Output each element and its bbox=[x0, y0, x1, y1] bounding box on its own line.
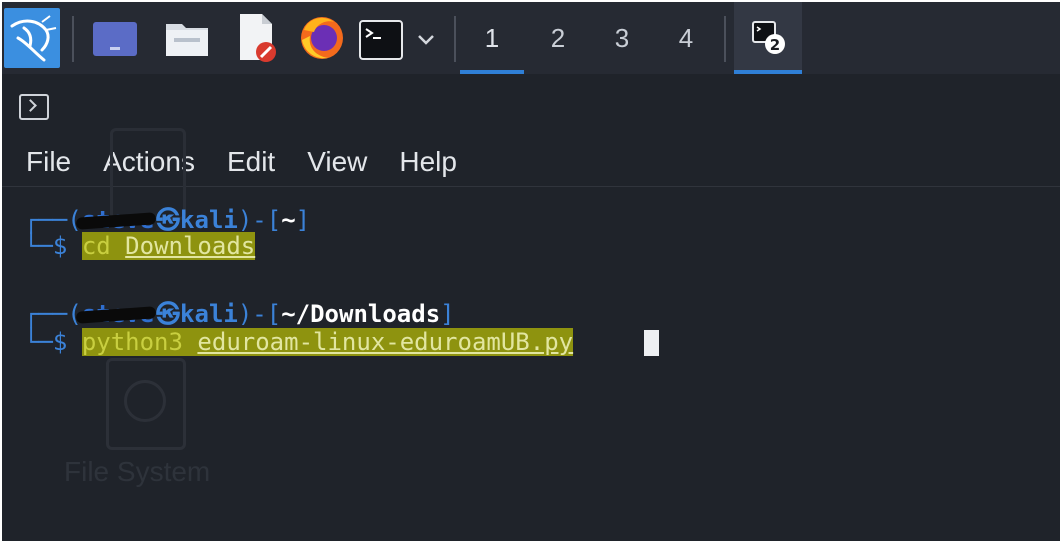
menubar: File Actions Edit View Help bbox=[26, 140, 489, 184]
taskbar-separator bbox=[724, 16, 726, 62]
prompt-path: ~/Downloads bbox=[281, 300, 441, 328]
terminal-icon bbox=[359, 20, 403, 60]
command-name: cd bbox=[81, 232, 111, 260]
menu-file[interactable]: File bbox=[26, 140, 71, 184]
kali-menu-button[interactable] bbox=[4, 8, 60, 68]
show-desktop-button[interactable] bbox=[92, 21, 138, 57]
workspace-4-button[interactable]: 4 bbox=[654, 2, 718, 74]
chevron-down-icon bbox=[418, 35, 434, 45]
prompt-at: ㉿ bbox=[156, 300, 181, 328]
prompt-symbol: $ bbox=[52, 232, 68, 260]
prompt-host: kali bbox=[180, 300, 238, 328]
workspace-label: 4 bbox=[678, 23, 694, 53]
workspace-3-button[interactable]: 3 bbox=[590, 2, 654, 74]
active-workspace-indicator bbox=[460, 70, 524, 74]
window-terminal-icon[interactable] bbox=[19, 94, 49, 120]
terminal-dropdown-button[interactable] bbox=[412, 24, 440, 54]
firefox-button[interactable] bbox=[298, 12, 346, 62]
folder-icon bbox=[166, 24, 208, 56]
prompt-host: kali bbox=[180, 206, 238, 234]
text-cursor bbox=[644, 330, 659, 356]
workspace-label: 3 bbox=[614, 23, 630, 53]
command-name: python3 bbox=[81, 328, 183, 356]
prompt-symbol: $ bbox=[52, 328, 68, 356]
active-task-indicator bbox=[734, 70, 802, 74]
taskbar-separator bbox=[72, 16, 74, 62]
ghost-drive-circle bbox=[124, 380, 166, 422]
text-editor-button[interactable] bbox=[234, 12, 280, 64]
terminal-group-icon: 2 bbox=[752, 21, 785, 54]
workspace-1-button[interactable]: 1 bbox=[460, 2, 524, 74]
taskbar: 1 2 3 4 2 bbox=[2, 2, 1060, 74]
file-manager-button[interactable] bbox=[164, 16, 210, 62]
prompt-path: ~ bbox=[281, 206, 296, 234]
ghost-file-system-label: File System bbox=[64, 456, 211, 487]
kali-dragon-icon bbox=[10, 15, 57, 62]
screen: 1 2 3 4 2 File Actions Edit View Help Fi… bbox=[2, 2, 1060, 541]
text-editor-icon bbox=[240, 14, 276, 62]
command-argument: eduroam-linux-eduroamUB.py bbox=[197, 328, 574, 356]
terminal-taskbar-entry[interactable]: 2 bbox=[734, 2, 802, 74]
terminal-count-badge: 2 bbox=[770, 36, 780, 54]
prompt-at: ㉿ bbox=[156, 206, 181, 234]
menu-edit[interactable]: Edit bbox=[227, 140, 275, 184]
terminal-output[interactable]: File System ┌──(steve㉿kali)-[~] └─$ cd D… bbox=[2, 128, 1060, 541]
terminal-launcher-button[interactable] bbox=[359, 20, 403, 60]
command-argument: Downloads bbox=[125, 232, 256, 260]
workspace-2-button[interactable]: 2 bbox=[526, 2, 590, 74]
menu-view[interactable]: View bbox=[307, 140, 367, 184]
prompt-line: ┌──(steve㉿kali)-[~/Downloads] bbox=[24, 300, 455, 328]
firefox-icon bbox=[301, 17, 343, 59]
prompt-line: ┌──(steve㉿kali)-[~] bbox=[24, 206, 311, 234]
workspace-label: 2 bbox=[550, 23, 566, 53]
command-line: └─$ python3 eduroam-linux-eduroamUB.py bbox=[24, 328, 574, 356]
workspace-label: 1 bbox=[484, 23, 500, 53]
menu-help[interactable]: Help bbox=[399, 140, 457, 184]
taskbar-separator bbox=[454, 16, 456, 62]
command-line: └─$ cd Downloads bbox=[24, 232, 256, 260]
desktop-icon bbox=[93, 22, 137, 56]
